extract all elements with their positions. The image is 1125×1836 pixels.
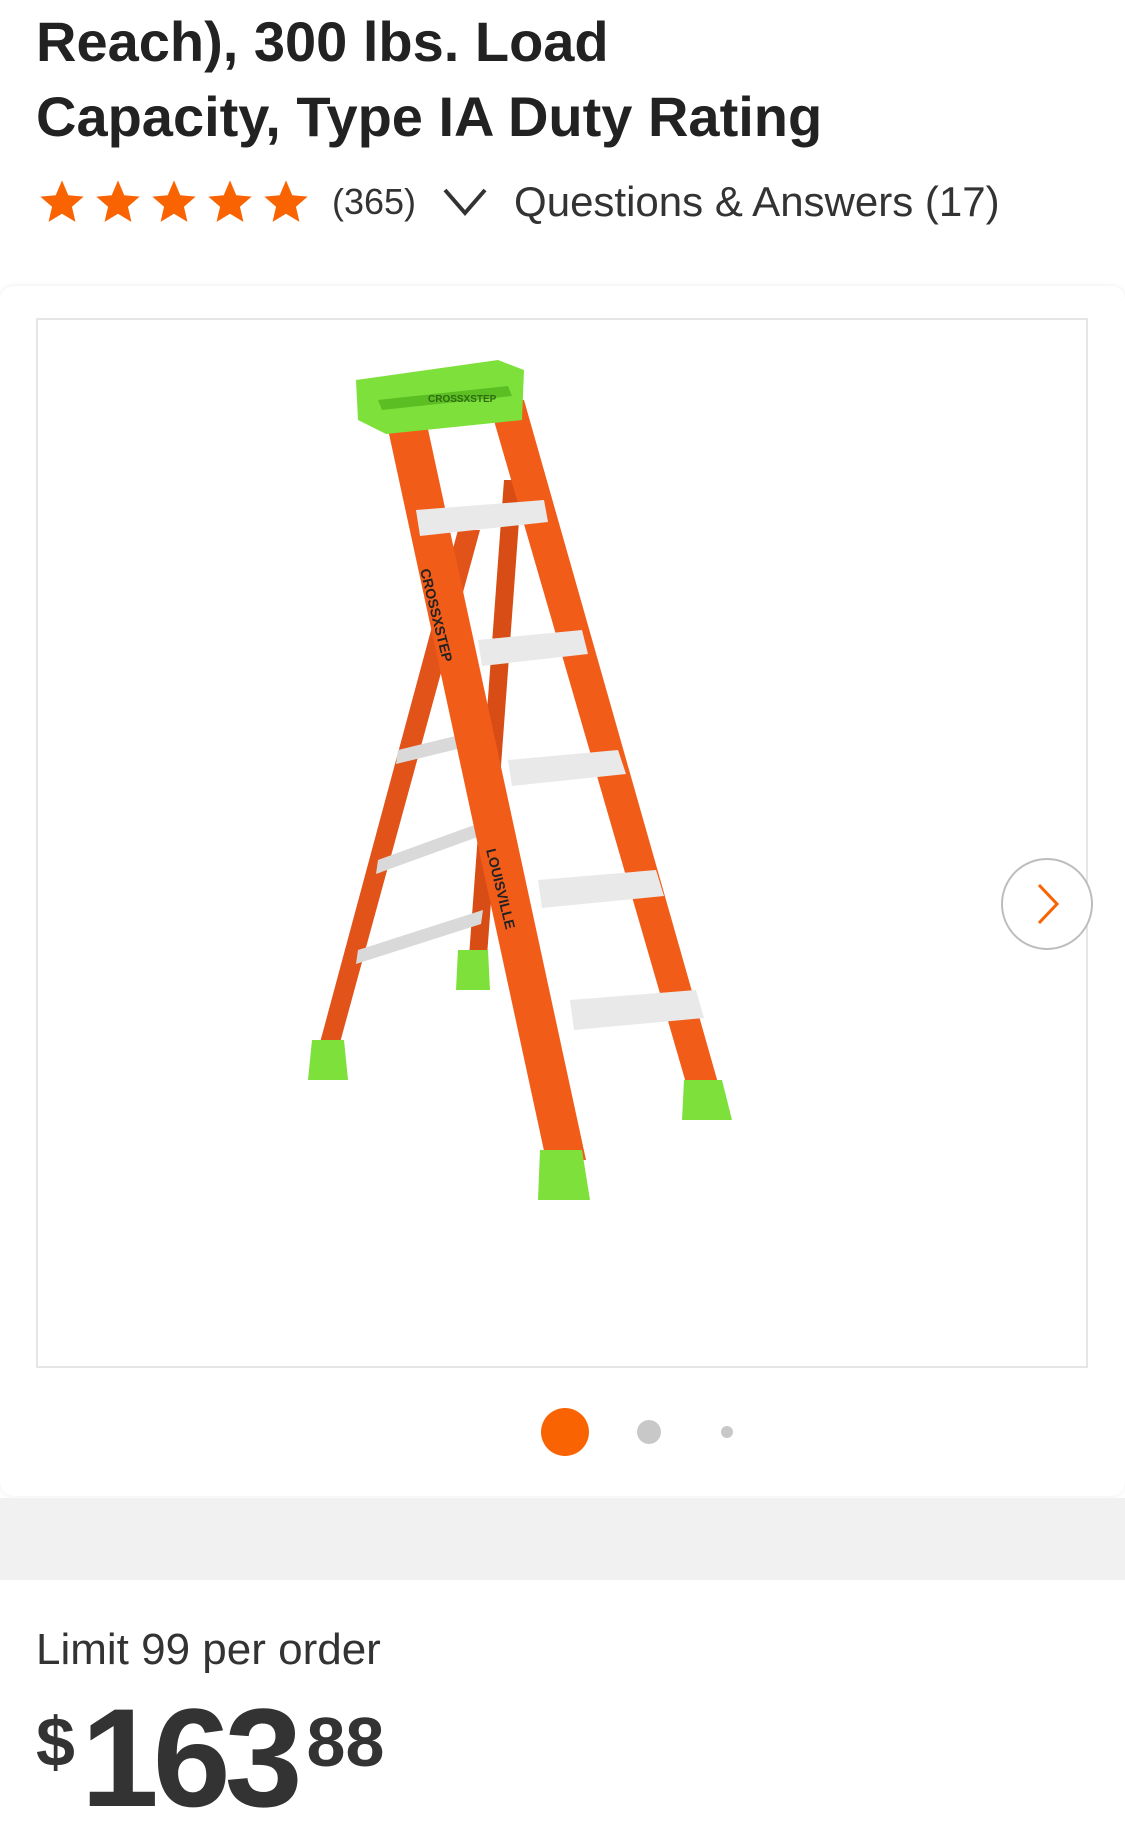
pagination-dot[interactable] bbox=[721, 1426, 733, 1438]
star-icon bbox=[40, 180, 84, 222]
product-image-ladder[interactable]: CROSSXSTEP CROSSXSTEP LOUISVILLE bbox=[308, 350, 868, 1350]
product-title: Reach), 300 lbs. Load Capacity, Type IA … bbox=[36, 4, 1036, 154]
section-divider bbox=[0, 1498, 1125, 1580]
next-image-button[interactable] bbox=[1001, 858, 1093, 950]
ladder-cap-label: CROSSXSTEP bbox=[428, 394, 497, 405]
chevron-right-icon bbox=[1037, 883, 1060, 925]
product-title-line-1: Reach), 300 lbs. Load bbox=[36, 10, 609, 73]
star-icon bbox=[208, 180, 252, 222]
questions-answers-link[interactable]: Questions & Answers (17) bbox=[514, 178, 1000, 226]
pagination-dot-active[interactable] bbox=[541, 1408, 589, 1456]
purchase-limit-text: Limit 99 per order bbox=[36, 1625, 381, 1674]
star-icon bbox=[152, 180, 196, 222]
rating-row: (365) Questions & Answers (17) bbox=[36, 172, 1000, 232]
review-count-link[interactable]: (365) bbox=[332, 181, 416, 223]
gallery-pagination bbox=[0, 1408, 1125, 1458]
product-media-section: CROSSXSTEP CROSSXSTEP LOUISVILLE bbox=[0, 286, 1125, 1496]
price-dollars: 163 bbox=[80, 1679, 303, 1836]
price-currency: $ bbox=[36, 1703, 75, 1781]
product-price: $ 163 88 bbox=[36, 1688, 384, 1828]
image-gallery[interactable]: CROSSXSTEP CROSSXSTEP LOUISVILLE bbox=[36, 318, 1093, 1368]
product-title-line-2: Capacity, Type IA Duty Rating bbox=[36, 85, 823, 148]
star-icon bbox=[264, 180, 308, 222]
pagination-dot[interactable] bbox=[637, 1420, 661, 1444]
price-cents: 88 bbox=[306, 1703, 385, 1781]
star-rating[interactable] bbox=[36, 176, 312, 228]
chevron-down-icon[interactable] bbox=[442, 185, 488, 219]
star-icon bbox=[96, 180, 140, 222]
